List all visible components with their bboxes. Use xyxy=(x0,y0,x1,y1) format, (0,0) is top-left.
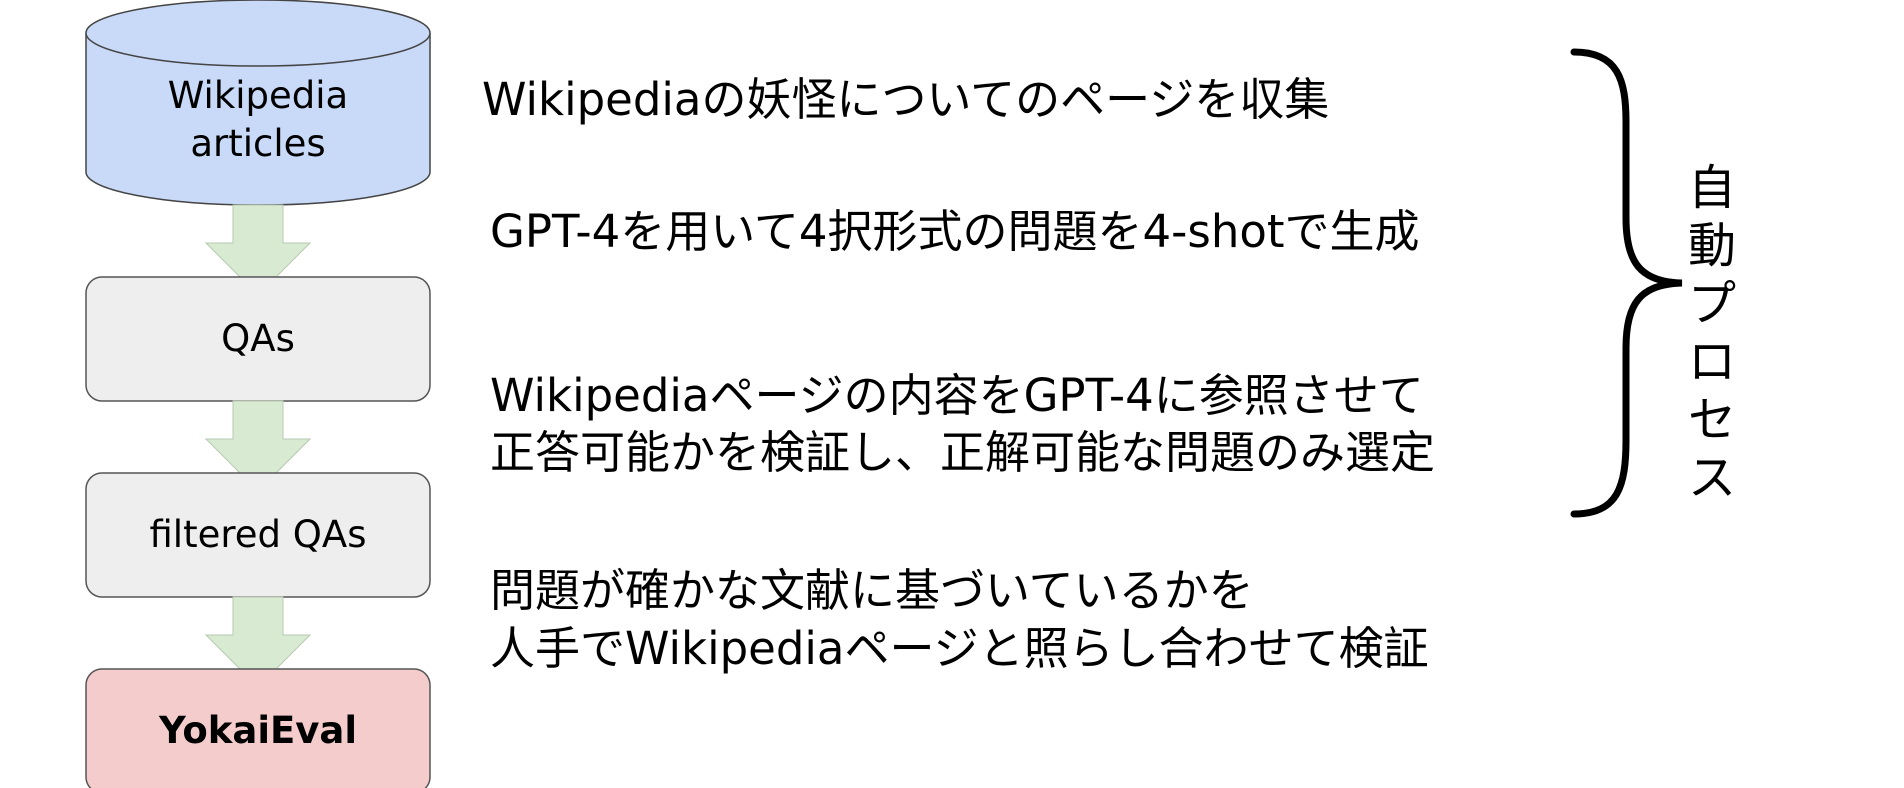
database-top xyxy=(85,0,431,67)
step-3-line-1: Wikipediaページの内容をGPT-4に参照させて xyxy=(490,369,1424,422)
step-4-line-2: 人手でWikipediaページと照らし合わせて検証 xyxy=(490,622,1429,675)
source-label-line2: articles xyxy=(190,122,325,165)
filtered-qas-node: filtered QAs xyxy=(85,472,431,598)
filtered-qas-label: filtered QAs xyxy=(150,513,367,556)
source-database-node: Wikipedia articles xyxy=(85,0,431,206)
source-label-line1: Wikipedia xyxy=(168,74,348,117)
qas-node: QAs xyxy=(85,276,431,402)
process-label: 自 動 プ ロ セ ス xyxy=(1688,160,1736,506)
step-3-line-2: 正答可能かを検証し、正解可能な問題のみ選定 xyxy=(490,426,1435,479)
process-label-char-1: 自 xyxy=(1688,160,1736,216)
yokaieval-label: YokaiEval xyxy=(158,709,357,752)
qas-label: QAs xyxy=(221,317,295,360)
step-2-line-1: GPT-4を用いて4択形式の問題を4-shotで生成 xyxy=(490,205,1420,258)
process-label-char-4: ロ xyxy=(1688,334,1736,390)
process-brace xyxy=(1570,48,1683,518)
pipeline-diagram: Wikipedia articles QAs filtered QAs Yoka… xyxy=(85,0,1736,788)
step-1-line-1: Wikipediaの妖怪についてのページを収集 xyxy=(482,73,1329,126)
process-label-char-6: ス xyxy=(1688,450,1736,506)
process-label-char-2: 動 xyxy=(1688,218,1736,274)
step-4-line-1: 問題が確かな文献に基づいているかを xyxy=(490,564,1254,617)
process-label-char-3: プ xyxy=(1688,276,1736,332)
yokaieval-node: YokaiEval xyxy=(85,668,431,788)
process-label-char-5: セ xyxy=(1688,392,1736,448)
